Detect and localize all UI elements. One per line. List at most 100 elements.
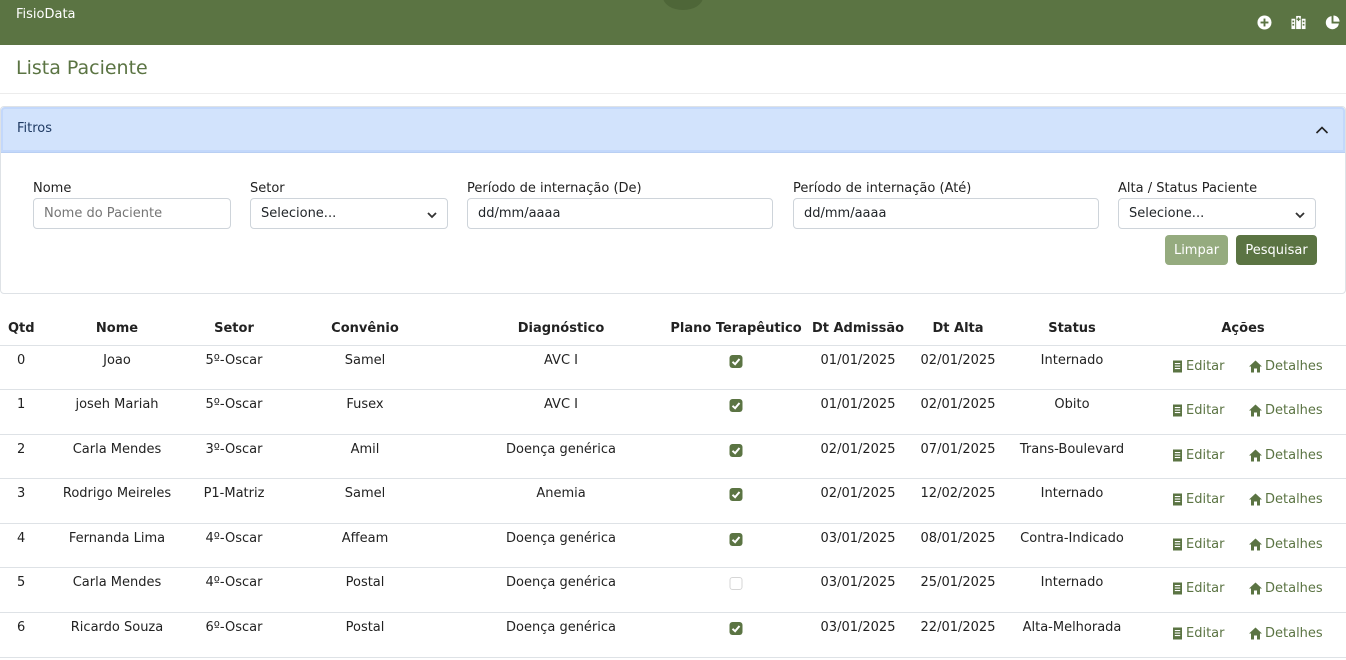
edit-button[interactable]: Editar	[1171, 581, 1225, 596]
cell-setor: 4º-Oscar	[205, 531, 263, 546]
navbar-notch	[663, 0, 703, 10]
edit-button[interactable]: Editar	[1171, 626, 1225, 641]
cell-convenio: Samel	[344, 486, 386, 501]
cell-convenio: Postal	[345, 575, 385, 590]
cell-status: Trans-Boulevard	[1019, 442, 1125, 457]
edit-button-label: Editar	[1186, 537, 1225, 552]
cell-admissao: 03/01/2025	[820, 620, 896, 635]
filters-header-label: Fitros	[17, 121, 53, 136]
home-icon	[1249, 538, 1262, 551]
filters-panel: Fitros Nome Setor Selecione... Período d…	[0, 106, 1346, 294]
cell-setor: P1-Matriz	[203, 486, 265, 501]
details-button-label: Detalhes	[1265, 581, 1323, 596]
clear-button[interactable]: Limpar	[1165, 235, 1228, 265]
periodo-ate-date-input[interactable]: dd/mm/aaaa	[793, 198, 1099, 229]
plus-circle-icon[interactable]	[1256, 14, 1272, 30]
search-button[interactable]: Pesquisar	[1236, 235, 1317, 265]
table-row: 3 Rodrigo Meireles P1-Matriz Samel Anemia 02/…	[0, 479, 1346, 524]
edit-button[interactable]: Editar	[1171, 492, 1225, 507]
edit-button[interactable]: Editar	[1171, 448, 1225, 463]
details-button[interactable]: Detalhes	[1248, 403, 1323, 418]
cell-admissao: 03/01/2025	[820, 575, 896, 590]
periodo-ate-label: Período de internação (Até)	[793, 181, 972, 196]
edit-document-icon	[1173, 627, 1182, 640]
setor-select[interactable]: Selecione...	[250, 198, 448, 229]
cell-nome: Fernanda Lima	[68, 531, 166, 546]
column-header-setor: Setor	[214, 321, 254, 336]
brand-name[interactable]: FisioData	[16, 7, 76, 22]
nome-label: Nome	[33, 181, 72, 196]
cell-admissao: 01/01/2025	[820, 397, 896, 412]
cell-admissao: 03/01/2025	[820, 531, 896, 546]
plano-terapeutico-checkbox[interactable]	[729, 444, 743, 457]
plano-terapeutico-checkbox[interactable]	[729, 622, 743, 635]
cell-diagnostico: Doença genérica	[505, 531, 617, 546]
plano-terapeutico-checkbox[interactable]	[729, 399, 743, 412]
chevron-down-icon	[1295, 209, 1305, 219]
chevron-down-icon	[427, 209, 437, 219]
details-button[interactable]: Detalhes	[1248, 626, 1323, 641]
hospital-icon[interactable]	[1290, 14, 1306, 30]
cell-status: Obito	[1054, 397, 1090, 412]
cell-qtd: 3	[17, 486, 26, 501]
cell-diagnostico: AVC I	[544, 397, 578, 412]
cell-qtd: 0	[17, 353, 26, 368]
edit-button-label: Editar	[1186, 626, 1225, 641]
cell-diagnostico: Doença genérica	[505, 620, 617, 635]
home-icon	[1249, 493, 1262, 506]
cell-qtd: 5	[17, 575, 26, 590]
edit-button[interactable]: Editar	[1171, 359, 1225, 374]
cell-alta: 08/01/2025	[920, 531, 996, 546]
table-row: 1 joseh Mariah 5º-Oscar Fusex AVC I 01/01/202…	[0, 390, 1346, 435]
cell-diagnostico: Anemia	[536, 486, 586, 501]
cell-convenio: Amil	[350, 442, 380, 457]
nome-input[interactable]	[33, 198, 231, 229]
edit-document-icon	[1173, 449, 1182, 462]
column-header-status: Status	[1048, 321, 1096, 336]
cell-diagnostico: AVC I	[544, 353, 578, 368]
plano-terapeutico-checkbox[interactable]	[729, 533, 743, 546]
status-select-value: Selecione...	[1129, 206, 1205, 221]
details-button[interactable]: Detalhes	[1248, 448, 1323, 463]
cell-alta: 02/01/2025	[920, 353, 996, 368]
column-header-plano: Plano Terapêutico	[670, 321, 802, 336]
edit-button-label: Editar	[1186, 492, 1225, 507]
edit-button[interactable]: Editar	[1171, 403, 1225, 418]
edit-button[interactable]: Editar	[1171, 537, 1225, 552]
cell-nome: Joao	[103, 353, 131, 368]
table-row: 2 Carla Mendes 3º-Oscar Amil Doença genérica…	[0, 435, 1346, 479]
details-button[interactable]: Detalhes	[1248, 537, 1323, 552]
cell-convenio: Fusex	[346, 397, 384, 412]
plano-terapeutico-checkbox[interactable]	[729, 488, 743, 501]
plano-terapeutico-checkbox[interactable]	[729, 355, 743, 368]
details-button[interactable]: Detalhes	[1248, 581, 1323, 596]
cell-status: Alta-Melhorada	[1022, 620, 1122, 635]
column-header-admissao: Dt Admissão	[811, 321, 905, 336]
cell-setor: 4º-Oscar	[205, 575, 263, 590]
cell-setor: 5º-Oscar	[205, 397, 263, 412]
home-icon	[1249, 404, 1262, 417]
cell-convenio: Affeam	[341, 531, 389, 546]
plano-terapeutico-checkbox[interactable]	[729, 577, 743, 590]
setor-select-value: Selecione...	[261, 206, 337, 221]
setor-label: Setor	[250, 181, 285, 196]
details-button[interactable]: Detalhes	[1248, 492, 1323, 507]
details-button-label: Detalhes	[1265, 448, 1323, 463]
edit-button-label: Editar	[1186, 359, 1225, 374]
table-row: 6 Ricardo Souza 6º-Oscar Postal Doença genér…	[0, 613, 1346, 658]
pie-chart-icon[interactable]	[1324, 14, 1340, 30]
details-button-label: Detalhes	[1265, 492, 1323, 507]
table-row: 0 Joao 5º-Oscar Samel AVC I 01/01/2025 02/01/2…	[0, 346, 1346, 390]
cell-status: Internado	[1040, 575, 1104, 590]
details-button[interactable]: Detalhes	[1248, 359, 1323, 374]
title-divider	[0, 93, 1346, 94]
periodo-de-date-input[interactable]: dd/mm/aaaa	[467, 198, 773, 229]
filters-accordion-header[interactable]: Fitros	[1, 107, 1345, 153]
edit-document-icon	[1173, 582, 1182, 595]
status-select[interactable]: Selecione...	[1118, 198, 1316, 229]
edit-button-label: Editar	[1186, 403, 1225, 418]
details-button-label: Detalhes	[1265, 537, 1323, 552]
chevron-up-icon[interactable]	[1315, 122, 1329, 136]
home-icon	[1249, 627, 1262, 640]
cell-alta: 12/02/2025	[920, 486, 996, 501]
